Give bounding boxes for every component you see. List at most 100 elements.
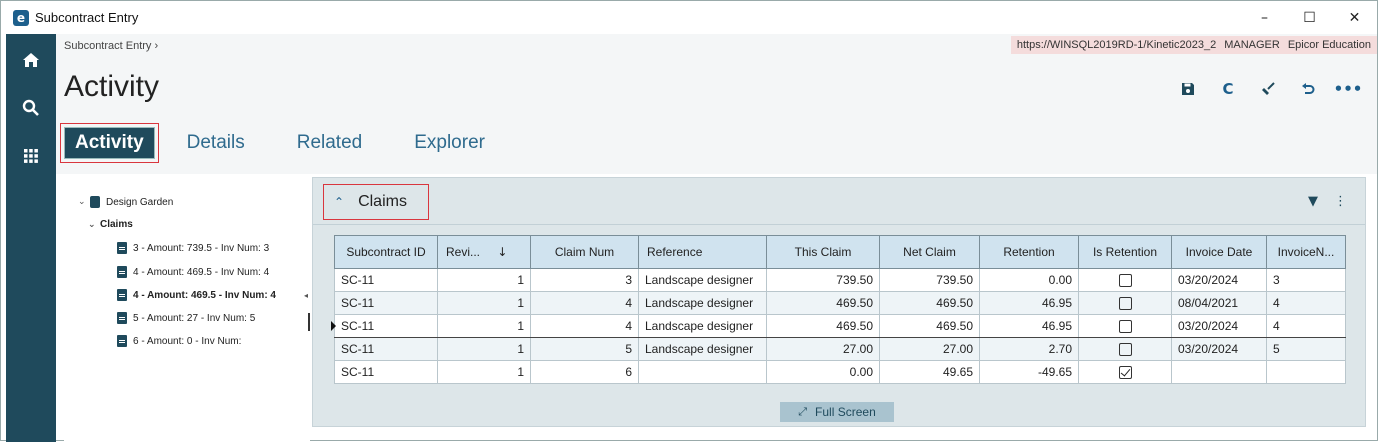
- cell-net-claim[interactable]: 27.00: [879, 337, 980, 361]
- breadcrumb[interactable]: Subcontract Entry ›: [64, 40, 158, 52]
- cell-this-claim[interactable]: 469.50: [766, 291, 880, 315]
- cell-invoice-date[interactable]: 08/04/2021: [1171, 291, 1267, 315]
- cell-invoice-num[interactable]: 3: [1266, 268, 1346, 292]
- cell-retention[interactable]: 46.95: [979, 314, 1079, 338]
- chevron-down-icon[interactable]: ⌄: [88, 220, 100, 230]
- cell-claim-num[interactable]: 5: [530, 337, 639, 361]
- home-icon[interactable]: [6, 38, 56, 82]
- cell-subcontract-id[interactable]: SC-11: [334, 314, 438, 338]
- cell-invoice-date[interactable]: 03/20/2024: [1171, 337, 1267, 361]
- cell-subcontract-id[interactable]: SC-11: [334, 291, 438, 315]
- filter-icon[interactable]: ▼: [1308, 194, 1318, 209]
- cell-claim-num[interactable]: 3: [530, 268, 639, 292]
- is-retention-checkbox[interactable]: [1118, 274, 1132, 288]
- col-this-claim[interactable]: This Claim: [766, 235, 880, 269]
- cell-reference[interactable]: [638, 360, 767, 384]
- cell-net-claim[interactable]: 469.50: [879, 314, 980, 338]
- table-row[interactable]: SC-11 1 3 Landscape designer 739.50 739.…: [334, 268, 1346, 292]
- cell-revision[interactable]: 1: [437, 337, 531, 361]
- tree-item[interactable]: 5 - Amount: 27 - Inv Num: 5: [117, 312, 255, 324]
- cell-reference[interactable]: Landscape designer: [638, 314, 767, 338]
- cell-revision[interactable]: 1: [437, 268, 531, 292]
- cell-invoice-date[interactable]: [1171, 360, 1267, 384]
- cell-reference[interactable]: Landscape designer: [638, 268, 767, 292]
- tab-details[interactable]: Details: [187, 132, 245, 154]
- cell-claim-num[interactable]: 6: [530, 360, 639, 384]
- cell-invoice-num[interactable]: 4: [1266, 291, 1346, 315]
- full-screen-button[interactable]: ⤢ Full Screen: [780, 402, 894, 422]
- refresh-icon[interactable]: C: [1213, 78, 1243, 100]
- sort-down-icon: ↓: [497, 245, 508, 259]
- is-retention-checkbox-checked[interactable]: [1118, 366, 1132, 380]
- tree-item[interactable]: 6 - Amount: 0 - Inv Num:: [117, 335, 241, 347]
- is-retention-checkbox[interactable]: [1118, 343, 1132, 357]
- grid-icon[interactable]: [6, 134, 56, 178]
- cell-retention[interactable]: 2.70: [979, 337, 1079, 361]
- cell-claim-num[interactable]: 4: [530, 291, 639, 315]
- cell-revision[interactable]: 1: [437, 314, 531, 338]
- col-net-claim[interactable]: Net Claim: [879, 235, 980, 269]
- table-row-selected[interactable]: SC-11 1 4 Landscape designer 469.50 469.…: [334, 314, 1346, 338]
- tree-group[interactable]: ⌄ Claims: [88, 219, 133, 230]
- cell-invoice-num[interactable]: 4: [1266, 314, 1346, 338]
- chevron-down-icon[interactable]: ⌄: [78, 197, 90, 207]
- is-retention-checkbox[interactable]: [1118, 297, 1132, 311]
- cell-invoice-date[interactable]: 03/20/2024: [1171, 268, 1267, 292]
- cell-revision[interactable]: 1: [437, 360, 531, 384]
- cell-invoice-num[interactable]: 5: [1266, 337, 1346, 361]
- document-icon: [117, 266, 127, 278]
- table-row[interactable]: SC-11 1 6 0.00 49.65 -49.65: [334, 360, 1346, 384]
- col-reference[interactable]: Reference: [638, 235, 767, 269]
- tree-item[interactable]: 4 - Amount: 469.5 - Inv Num: 4: [117, 266, 269, 278]
- claims-panel-header[interactable]: ⌃ Claims: [323, 184, 429, 220]
- cell-invoice-date[interactable]: 03/20/2024: [1171, 314, 1267, 338]
- cell-subcontract-id[interactable]: SC-11: [334, 268, 438, 292]
- is-retention-checkbox[interactable]: [1118, 320, 1132, 334]
- more-icon[interactable]: •••: [1333, 78, 1363, 100]
- collapse-arrow-icon[interactable]: ◂: [304, 291, 308, 300]
- chevron-up-icon[interactable]: ⌃: [334, 195, 344, 209]
- undo-icon[interactable]: [1293, 78, 1323, 100]
- cell-net-claim[interactable]: 49.65: [879, 360, 980, 384]
- cell-revision[interactable]: 1: [437, 291, 531, 315]
- col-is-retention[interactable]: Is Retention: [1078, 235, 1172, 269]
- save-icon[interactable]: [1173, 78, 1203, 100]
- table-row[interactable]: SC-11 1 5 Landscape designer 27.00 27.00…: [334, 337, 1346, 361]
- cell-retention[interactable]: -49.65: [979, 360, 1079, 384]
- cell-retention[interactable]: 0.00: [979, 268, 1079, 292]
- kebab-menu-icon[interactable]: ⋮: [1334, 194, 1347, 209]
- cell-reference[interactable]: Landscape designer: [638, 291, 767, 315]
- cell-this-claim[interactable]: 469.50: [766, 314, 880, 338]
- col-invoice-date[interactable]: Invoice Date: [1171, 235, 1267, 269]
- tree-item[interactable]: 3 - Amount: 739.5 - Inv Num: 3: [117, 242, 269, 254]
- col-invoice-num[interactable]: InvoiceN...: [1266, 235, 1346, 269]
- close-button[interactable]: ✕: [1332, 1, 1377, 34]
- col-claim-num[interactable]: Claim Num: [530, 235, 639, 269]
- cell-retention[interactable]: 46.95: [979, 291, 1079, 315]
- maximize-button[interactable]: ☐: [1287, 1, 1332, 34]
- cell-reference[interactable]: Landscape designer: [638, 337, 767, 361]
- cell-subcontract-id[interactable]: SC-11: [334, 360, 438, 384]
- col-revision[interactable]: Revi... ↓: [437, 235, 531, 269]
- tree-root[interactable]: ⌄ Design Garden: [78, 196, 173, 208]
- cell-invoice-num[interactable]: [1266, 360, 1346, 384]
- cell-subcontract-id[interactable]: SC-11: [334, 337, 438, 361]
- cell-this-claim[interactable]: 739.50: [766, 268, 880, 292]
- cell-this-claim[interactable]: 27.00: [766, 337, 880, 361]
- cell-this-claim[interactable]: 0.00: [766, 360, 880, 384]
- cell-net-claim[interactable]: 739.50: [879, 268, 980, 292]
- tab-activity[interactable]: Activity: [60, 123, 159, 163]
- col-subcontract-id[interactable]: Subcontract ID: [334, 235, 438, 269]
- cell-claim-num[interactable]: 4: [530, 314, 639, 338]
- clear-icon[interactable]: [1253, 78, 1283, 100]
- tab-explorer[interactable]: Explorer: [414, 132, 485, 154]
- col-retention[interactable]: Retention: [979, 235, 1079, 269]
- panel-splitter[interactable]: [308, 313, 310, 331]
- tree-item-selected[interactable]: 4 - Amount: 469.5 - Inv Num: 4: [117, 289, 276, 301]
- minimize-button[interactable]: –: [1242, 1, 1287, 34]
- cell-net-claim[interactable]: 469.50: [879, 291, 980, 315]
- tab-related[interactable]: Related: [297, 132, 363, 154]
- search-icon[interactable]: [6, 86, 56, 130]
- table-row[interactable]: SC-11 1 4 Landscape designer 469.50 469.…: [334, 291, 1346, 315]
- document-icon: [117, 312, 127, 324]
